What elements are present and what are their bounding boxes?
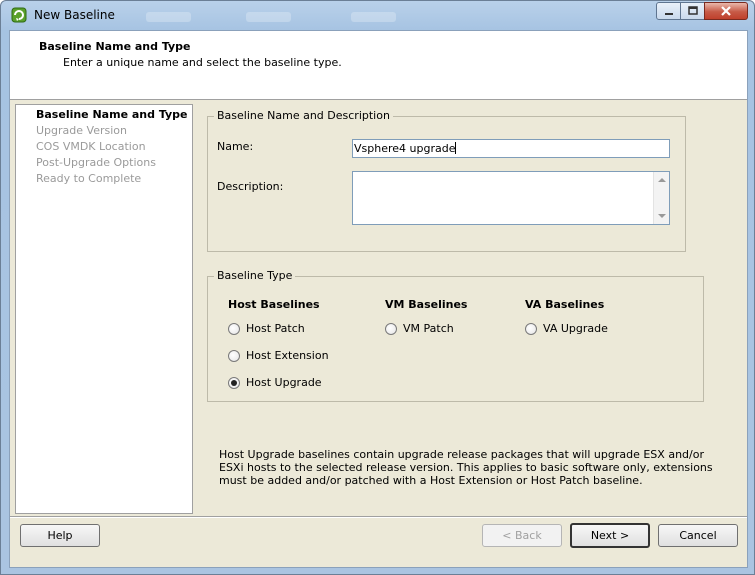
radio-button[interactable] xyxy=(228,322,240,335)
footer-divider xyxy=(10,516,747,518)
title-bar[interactable]: New Baseline xyxy=(1,1,754,29)
radio-button-selected[interactable] xyxy=(228,376,240,389)
baseline-type-legend: Baseline Type xyxy=(214,269,296,282)
help-button[interactable]: Help xyxy=(20,524,100,547)
background-blur xyxy=(351,12,396,22)
baseline-app-icon xyxy=(11,7,27,23)
radio-label: VM Patch xyxy=(403,322,454,335)
radio-host-extension[interactable]: Host Extension xyxy=(228,349,329,362)
maximize-icon xyxy=(687,6,698,15)
next-button[interactable]: Next > xyxy=(570,523,650,548)
wizard-header: Baseline Name and Type Enter a unique na… xyxy=(10,31,747,100)
cancel-button[interactable]: Cancel xyxy=(658,524,738,547)
radio-button[interactable] xyxy=(525,322,537,335)
description-scrollbar[interactable] xyxy=(653,172,669,224)
step-cos-vmdk-location: COS VMDK Location xyxy=(36,140,146,153)
radio-button[interactable] xyxy=(385,322,397,335)
vm-baselines-heading: VM Baselines xyxy=(385,298,468,311)
close-button[interactable] xyxy=(704,2,748,20)
wizard-steps-panel: Baseline Name and Type Upgrade Version C… xyxy=(15,104,193,514)
dialog-body: Baseline Name and Type Enter a unique na… xyxy=(9,30,748,568)
scroll-up-arrow-icon[interactable] xyxy=(658,178,666,182)
baseline-type-description: Host Upgrade baselines contain upgrade r… xyxy=(219,448,713,487)
radio-button[interactable] xyxy=(228,349,240,362)
radio-va-upgrade[interactable]: VA Upgrade xyxy=(525,322,608,335)
host-baselines-heading: Host Baselines xyxy=(228,298,320,311)
back-button[interactable]: < Back xyxy=(482,524,562,547)
dialog-window: New Baseline Baseline Name and Type Ente… xyxy=(0,0,755,575)
background-blur xyxy=(246,12,291,22)
header-subtitle: Enter a unique name and select the basel… xyxy=(63,56,342,69)
name-input[interactable]: Vsphere4 upgrade xyxy=(352,139,670,158)
description-input[interactable] xyxy=(352,171,670,225)
name-value: Vsphere4 upgrade xyxy=(354,142,456,155)
step-baseline-name-and-type[interactable]: Baseline Name and Type xyxy=(36,108,188,121)
step-upgrade-version: Upgrade Version xyxy=(36,124,127,137)
name-description-legend: Baseline Name and Description xyxy=(214,109,393,122)
baseline-type-group: Baseline Type Host Baselines VM Baseline… xyxy=(207,269,704,402)
radio-host-patch[interactable]: Host Patch xyxy=(228,322,305,335)
radio-label: Host Extension xyxy=(246,349,329,362)
background-blur xyxy=(146,12,191,22)
radio-vm-patch[interactable]: VM Patch xyxy=(385,322,454,335)
va-baselines-heading: VA Baselines xyxy=(525,298,605,311)
description-label: Description: xyxy=(217,180,284,193)
close-icon xyxy=(721,6,731,16)
radio-host-upgrade[interactable]: Host Upgrade xyxy=(228,376,322,389)
radio-label: Host Patch xyxy=(246,322,305,335)
header-title: Baseline Name and Type xyxy=(39,40,191,53)
minimize-button[interactable] xyxy=(656,2,681,20)
window-title: New Baseline xyxy=(34,8,115,22)
maximize-button[interactable] xyxy=(680,2,705,20)
text-caret xyxy=(455,142,457,154)
step-ready-to-complete: Ready to Complete xyxy=(36,172,142,185)
radio-label: Host Upgrade xyxy=(246,376,322,389)
minimize-icon xyxy=(664,13,673,15)
radio-selected-dot xyxy=(231,379,237,386)
name-label: Name: xyxy=(217,140,254,153)
radio-label: VA Upgrade xyxy=(543,322,608,335)
name-description-group: Baseline Name and Description Name: Vsph… xyxy=(207,109,686,252)
step-post-upgrade-options: Post-Upgrade Options xyxy=(36,156,156,169)
wizard-content: Baseline Name and Description Name: Vsph… xyxy=(193,104,743,514)
scroll-down-arrow-icon[interactable] xyxy=(658,214,666,218)
